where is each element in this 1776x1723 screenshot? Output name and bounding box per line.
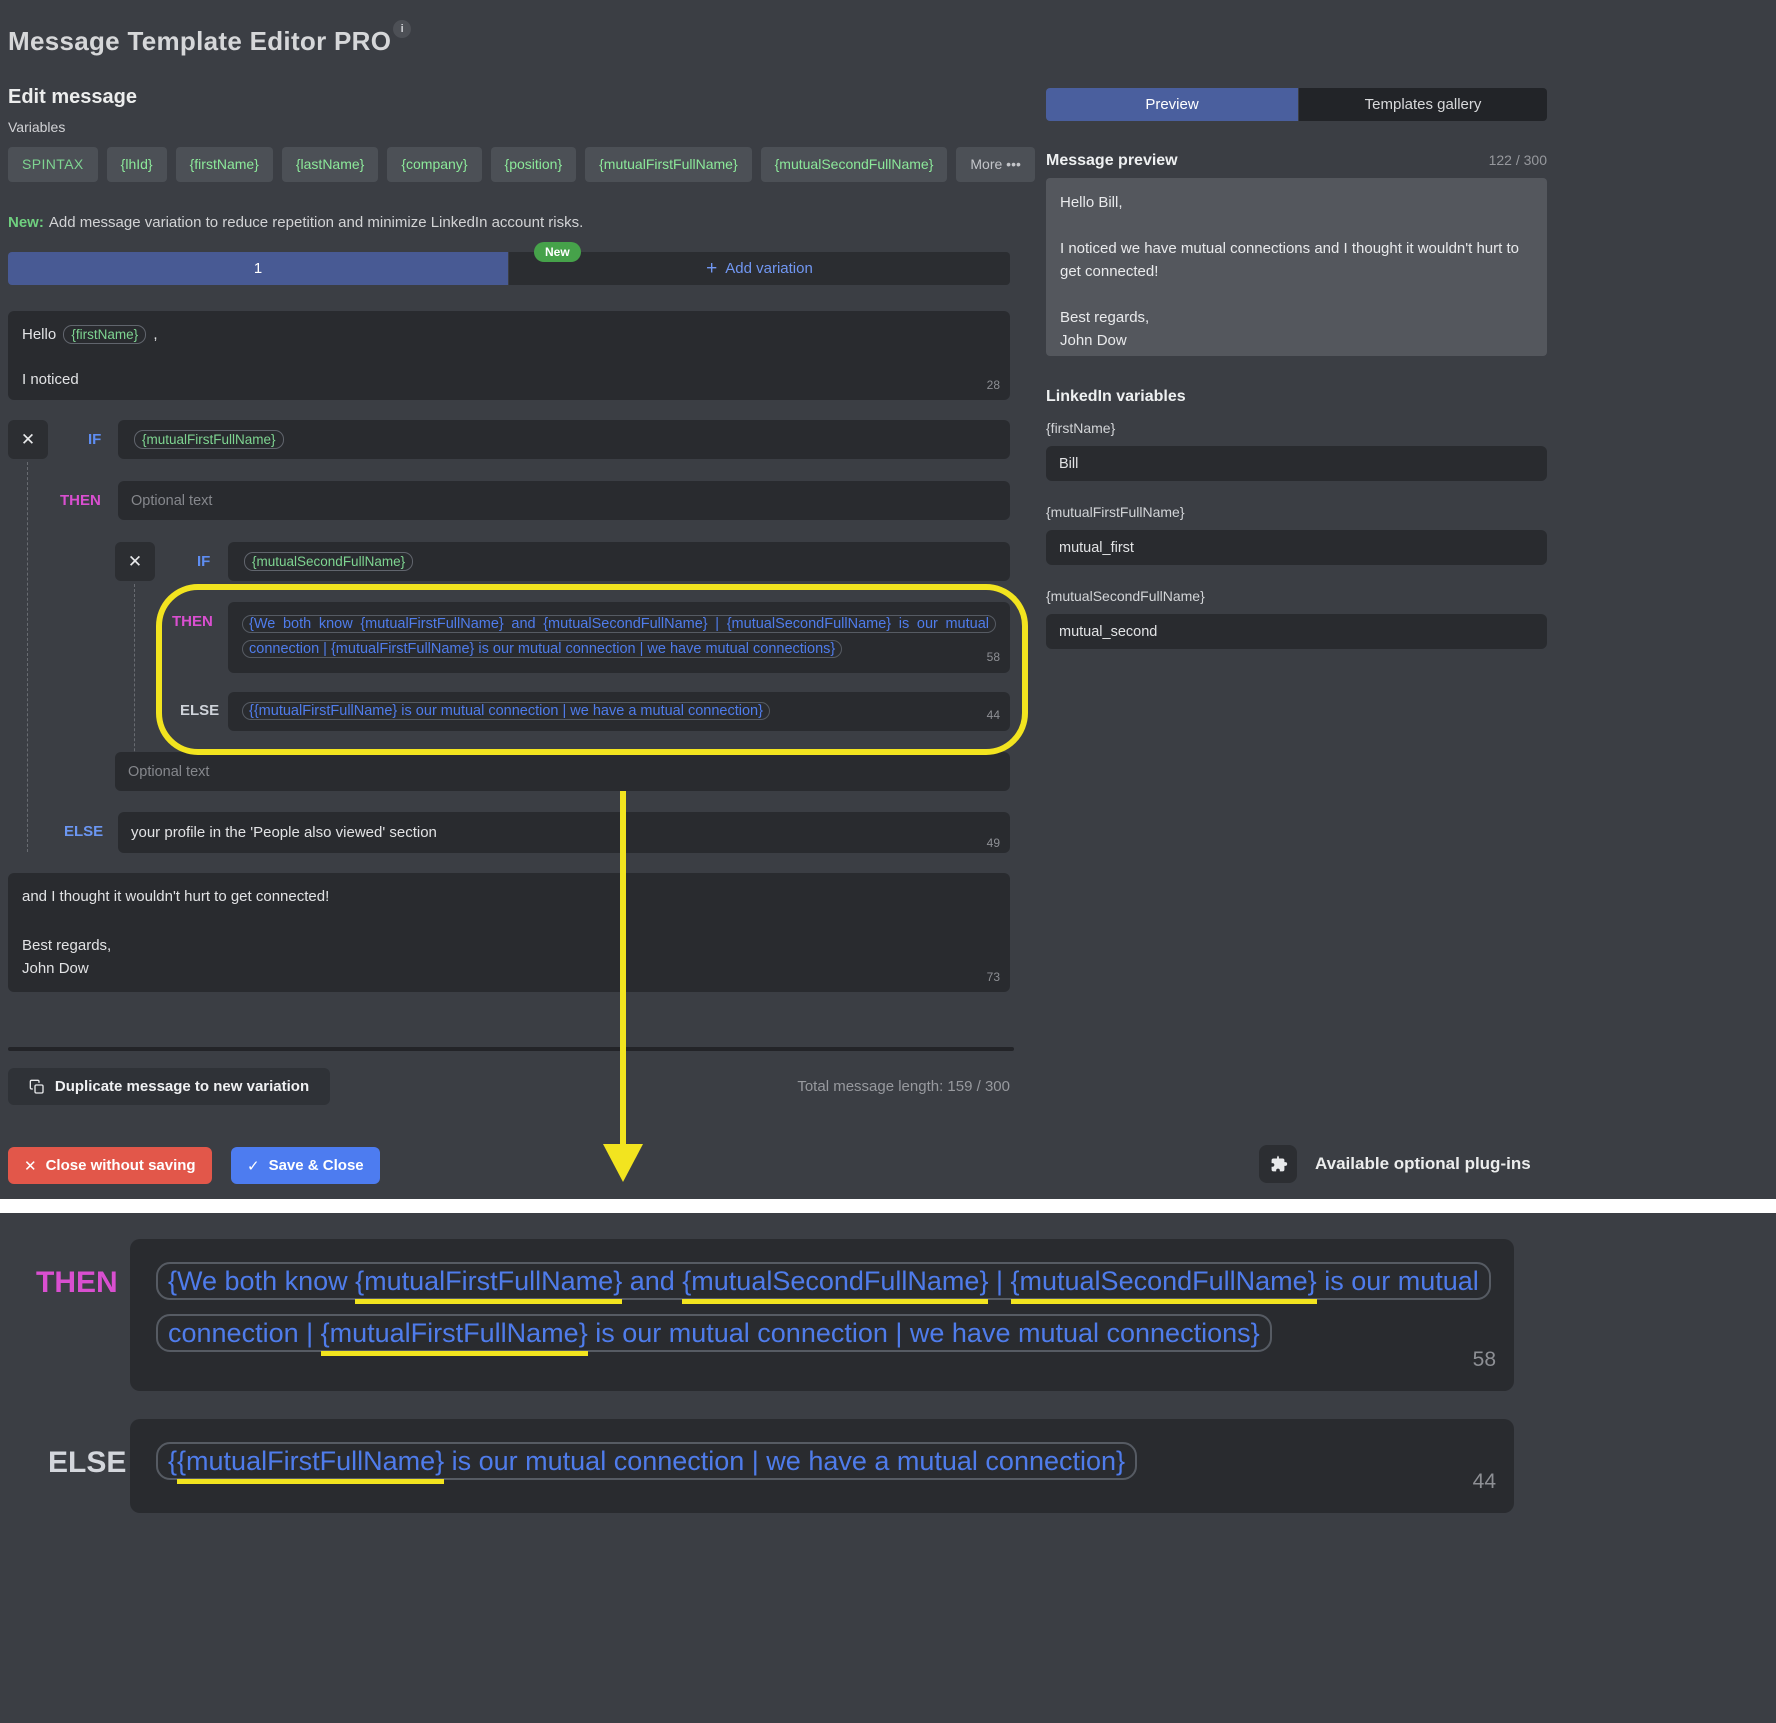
mutualsecondfullname-field-input[interactable] [1046, 614, 1547, 649]
firstname-field-input[interactable] [1046, 446, 1547, 481]
if-condition-input[interactable]: {mutualFirstFullName} [118, 420, 1010, 459]
zoom-else-spintax-box: {{mutualFirstFullName} is our mutual con… [130, 1419, 1514, 1513]
message-bottom-line3: John Dow [22, 957, 996, 980]
preview-line [1060, 283, 1533, 306]
char-count: 73 [987, 966, 1000, 989]
duplicate-message-button[interactable]: Duplicate message to new variation [8, 1068, 330, 1105]
new-feature-note: New: Add message variation to reduce repe… [8, 214, 583, 231]
mutualfirstfullname-inline-chip: {mutualFirstFullName} [134, 430, 284, 449]
chip-company[interactable]: {company} [387, 147, 481, 182]
zoom-then-spintax-box: {We both know {mutualFirstFullName} and … [130, 1239, 1514, 1391]
zoom-char-count: 58 [1473, 1334, 1496, 1386]
horizontal-scrollbar[interactable] [8, 1047, 1014, 1051]
new-label: New: [8, 214, 44, 231]
message-bottom-line1: and I thought it wouldn't hurt to get co… [22, 885, 996, 908]
variables-label: Variables [8, 119, 65, 135]
chip-lastname[interactable]: {lastName} [282, 147, 378, 182]
tab-preview[interactable]: Preview [1046, 88, 1298, 121]
message-text-top[interactable]: Hello {firstName} , I noticed 28 [8, 311, 1010, 400]
if-label: IF [88, 431, 101, 448]
chip-lhid[interactable]: {lhId} [107, 147, 167, 182]
new-text: Add message variation to reduce repetiti… [49, 214, 583, 231]
firstname-field-label: {firstName} [1046, 420, 1115, 436]
plugins-button[interactable] [1259, 1145, 1297, 1183]
char-count: 49 [987, 836, 1000, 850]
preview-char-count: 122 / 300 [1489, 152, 1547, 168]
remove-nested-condition-button[interactable]: ✕ [115, 542, 155, 581]
nested-if-condition-input[interactable]: {mutualSecondFullName} [228, 542, 1010, 581]
preview-line [1060, 214, 1533, 237]
char-count: 44 [987, 703, 1000, 728]
message-top-line1: Hello {firstName} , [22, 323, 996, 346]
chip-mutualfirstfullname[interactable]: {mutualFirstFullName} [585, 147, 752, 182]
chip-spintax[interactable]: SPINTAX [8, 147, 98, 182]
save-and-close-button[interactable]: ✓ Save & Close [231, 1147, 380, 1184]
add-variation-label: Add variation [725, 260, 813, 277]
nested-else-label: ELSE [180, 702, 219, 719]
info-icon[interactable]: i [393, 20, 411, 38]
zoom-then-label: THEN [36, 1266, 118, 1300]
else-text-value: your profile in the 'People also viewed'… [131, 824, 437, 841]
page-title: Message Template Editor PROi [8, 26, 411, 57]
preview-line: Hello Bill, [1060, 191, 1533, 214]
nested-else-spintax-input[interactable]: {{mutualFirstFullName} is our mutual con… [228, 692, 1010, 731]
plus-icon: + [706, 259, 717, 278]
duplicate-message-label: Duplicate message to new variation [55, 1078, 309, 1095]
check-icon: ✓ [247, 1157, 260, 1175]
nested-if-label: IF [197, 553, 210, 570]
chip-more[interactable]: More ••• [956, 147, 1035, 182]
mutualfirstfullname-field-input[interactable] [1046, 530, 1547, 565]
close-icon: ✕ [128, 552, 142, 572]
remove-condition-button[interactable]: ✕ [8, 420, 48, 459]
add-variation-button[interactable]: + Add variation [509, 252, 1010, 285]
zoom-else-label: ELSE [48, 1446, 126, 1480]
tab-templates-gallery[interactable]: Templates gallery [1299, 88, 1547, 121]
chip-mutualsecondfullname[interactable]: {mutualSecondFullName} [761, 147, 948, 182]
close-without-saving-label: Close without saving [46, 1157, 196, 1174]
mutualsecondfullname-inline-chip: {mutualSecondFullName} [244, 552, 413, 571]
preview-line: John Dow [1060, 329, 1533, 352]
then-optional-text-input[interactable] [118, 481, 1010, 520]
message-top-line2: I noticed [22, 368, 996, 391]
copy-icon [29, 1079, 45, 1095]
mutualfirstfullname-field-label: {mutualFirstFullName} [1046, 504, 1185, 520]
variable-chips-row: SPINTAX {lhId} {firstName} {lastName} {c… [8, 147, 1035, 182]
chip-position[interactable]: {position} [491, 147, 577, 182]
total-message-length: Total message length: 159 / 300 [640, 1078, 1010, 1095]
chip-firstname[interactable]: {firstName} [176, 147, 273, 182]
linkedin-variables-heading: LinkedIn variables [1046, 388, 1186, 406]
puzzle-icon [1267, 1153, 1289, 1175]
variation-tab-1[interactable]: 1 [8, 252, 508, 285]
optional-text-input[interactable] [115, 752, 1010, 791]
close-without-saving-button[interactable]: ✕ Close without saving [8, 1147, 212, 1184]
close-icon: ✕ [21, 430, 35, 450]
zoom-char-count: 44 [1473, 1456, 1496, 1508]
nested-then-spintax-input[interactable]: {We both know {mutualFirstFullName} and … [228, 602, 1010, 673]
message-bottom-line2: Best regards, [22, 934, 996, 957]
nested-then-label: THEN [172, 613, 213, 630]
firstname-inline-chip: {firstName} [63, 325, 146, 344]
else-text-input[interactable]: your profile in the 'People also viewed'… [118, 812, 1010, 853]
message-preview-header: Message preview 122 / 300 [1046, 152, 1547, 170]
message-preview-heading: Message preview [1046, 152, 1178, 170]
message-template-editor-window: Message Template Editor PROi Edit messag… [0, 0, 1776, 1723]
char-count: 58 [987, 645, 1000, 670]
save-and-close-label: Save & Close [269, 1157, 364, 1174]
preview-line: Best regards, [1060, 306, 1533, 329]
char-count: 28 [987, 374, 1000, 397]
message-preview-box: Hello Bill, I noticed we have mutual con… [1046, 178, 1547, 356]
condition-connector-line [27, 462, 28, 852]
else-label: ELSE [64, 823, 103, 840]
mutualsecondfullname-field-label: {mutualSecondFullName} [1046, 588, 1205, 604]
then-label: THEN [60, 492, 101, 509]
new-badge: New [534, 242, 581, 262]
plugins-label: Available optional plug-ins [1315, 1154, 1531, 1174]
edit-message-heading: Edit message [8, 86, 137, 109]
section-divider [0, 1199, 1776, 1213]
close-icon: ✕ [24, 1157, 37, 1175]
preview-line: I noticed we have mutual connections and… [1060, 237, 1533, 283]
message-text-bottom[interactable]: and I thought it wouldn't hurt to get co… [8, 873, 1010, 992]
annotation-arrow-head [603, 1144, 643, 1182]
